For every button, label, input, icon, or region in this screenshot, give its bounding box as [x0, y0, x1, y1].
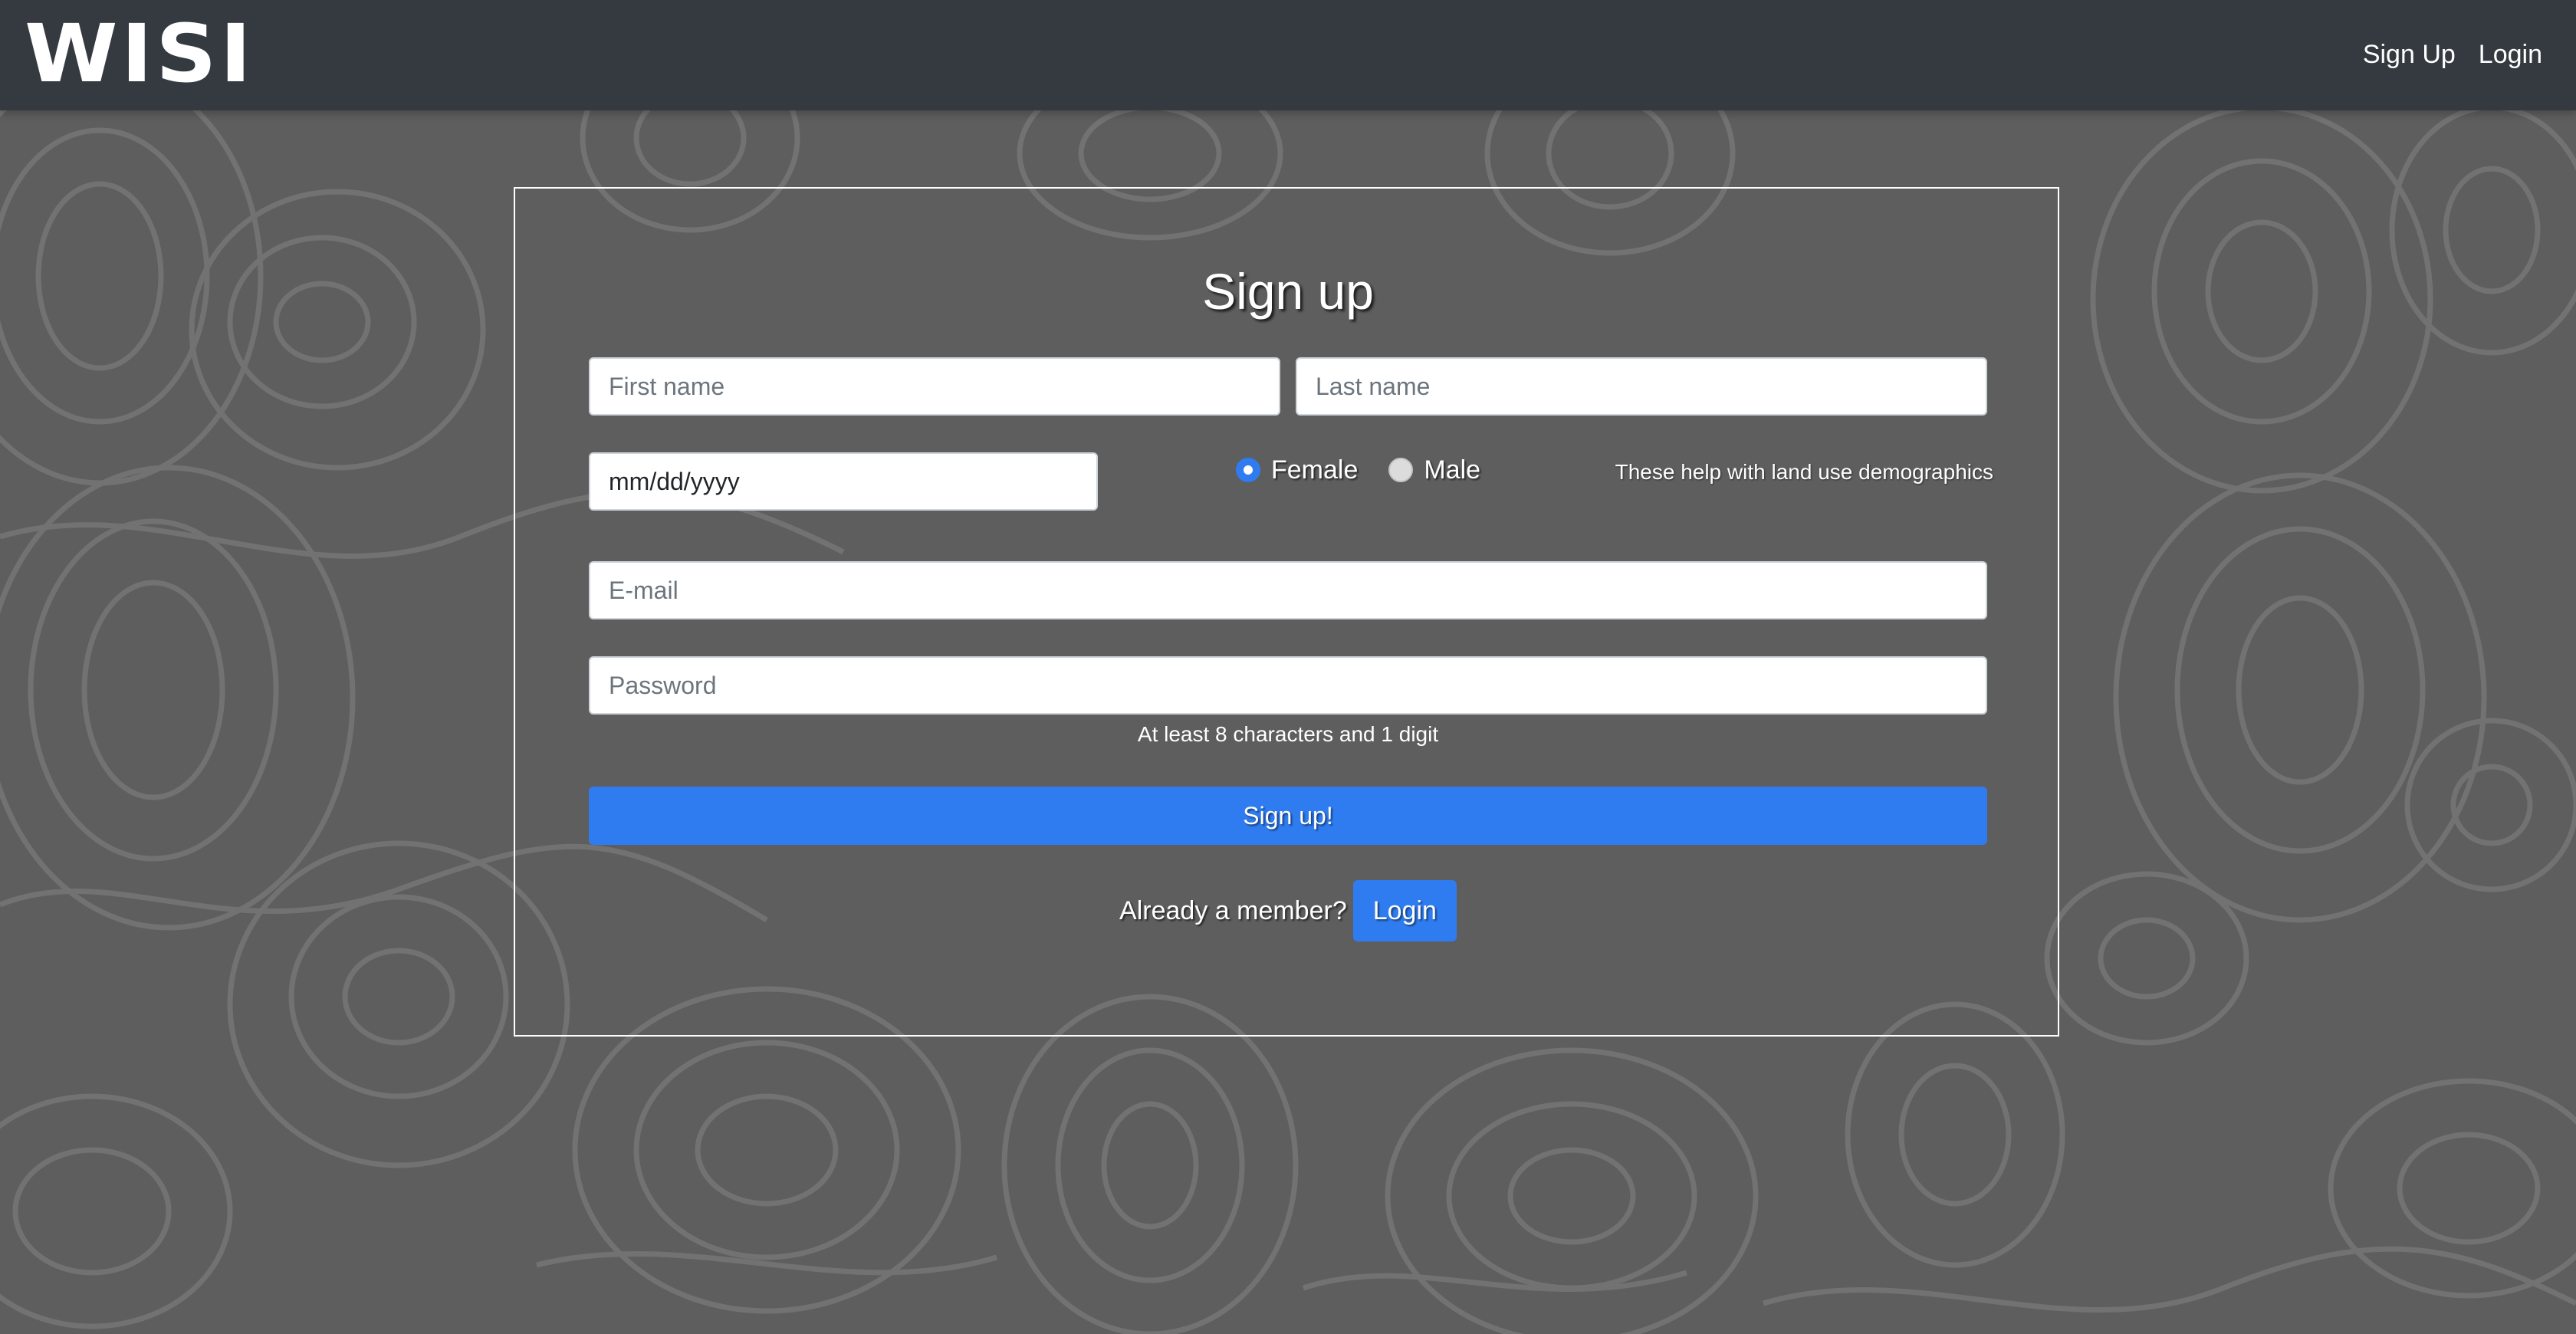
brand-logo[interactable]: WISI	[25, 14, 255, 94]
gender-label-male: Male	[1424, 455, 1481, 485]
radio-unchecked-icon[interactable]	[1388, 458, 1414, 482]
birthdate-input[interactable]: mm/dd/yyyy	[589, 452, 1098, 511]
radio-checked-icon[interactable]	[1236, 458, 1260, 482]
gender-radio-group: Female Male	[1236, 455, 1511, 485]
nav-login-link[interactable]: Login	[2479, 37, 2542, 72]
nav-links: Sign Up Login	[2363, 37, 2542, 72]
gender-option-female[interactable]: Female	[1236, 455, 1358, 485]
demographics-note: These help with land use demographics	[1615, 460, 1993, 484]
email-input[interactable]	[589, 561, 1987, 619]
gender-option-male[interactable]: Male	[1388, 455, 1480, 485]
first-name-input[interactable]	[589, 357, 1280, 416]
top-navbar: WISI Sign Up Login	[0, 0, 2576, 110]
signup-submit-button[interactable]: Sign up!	[589, 787, 1987, 845]
last-name-input[interactable]	[1296, 357, 1987, 416]
already-member-row: Already a member? Login	[0, 880, 2576, 941]
password-input[interactable]	[589, 656, 1987, 715]
login-button[interactable]: Login	[1352, 880, 1457, 941]
member-prompt: Already a member?	[1119, 896, 1347, 925]
page-title: Sign up	[1202, 263, 1374, 320]
nav-signup-link[interactable]: Sign Up	[2363, 37, 2456, 72]
gender-label-female: Female	[1271, 455, 1359, 485]
password-hint: At least 8 characters and 1 digit	[1137, 722, 1439, 746]
